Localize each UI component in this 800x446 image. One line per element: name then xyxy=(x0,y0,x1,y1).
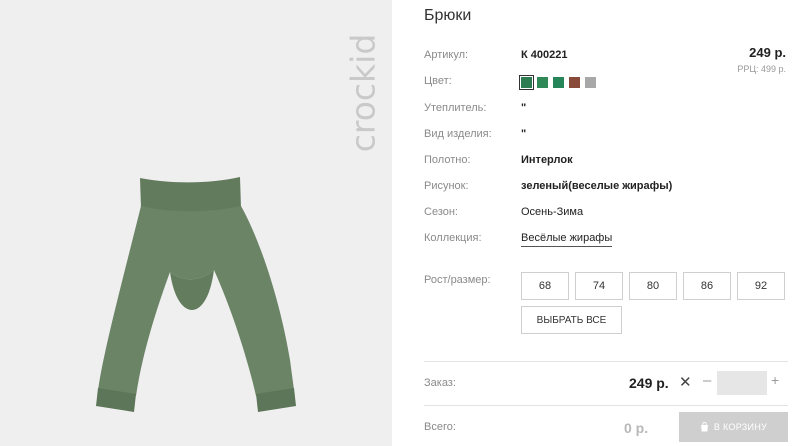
article-value: К 400221 xyxy=(521,49,568,61)
product-price: 249 р. xyxy=(749,45,786,60)
multiply-icon: ✕ xyxy=(679,374,692,391)
season-label: Сезон: xyxy=(424,206,458,218)
total-value: 0 р. xyxy=(624,420,649,436)
collection-link[interactable]: Весёлые жирафы xyxy=(521,232,613,247)
color-row: Цвет: xyxy=(424,75,800,91)
item-type-value: " xyxy=(521,128,527,140)
product-title: Брюки xyxy=(424,7,472,24)
add-to-cart-button[interactable]: В КОРЗИНУ xyxy=(679,412,788,442)
increment-button[interactable]: + xyxy=(771,372,779,388)
order-label: Заказ: xyxy=(424,377,456,389)
pattern-label: Рисунок: xyxy=(424,180,469,192)
insulation-value: " xyxy=(521,102,527,114)
color-swatch[interactable] xyxy=(569,77,580,88)
article-label: Артикул: xyxy=(424,49,469,61)
size-option-80[interactable]: 80 xyxy=(629,272,677,300)
size-option-68[interactable]: 68 xyxy=(521,272,569,300)
fabric-value: Интерлок xyxy=(521,154,573,166)
divider xyxy=(424,405,788,406)
color-swatch[interactable] xyxy=(537,77,548,88)
insulation-row: Утеплитель: " xyxy=(424,102,800,118)
color-label: Цвет: xyxy=(424,75,452,87)
size-option-86[interactable]: 86 xyxy=(683,272,731,300)
collection-row: Коллекция: Весёлые жирафы xyxy=(424,232,800,248)
season-value: Осень-Зима xyxy=(521,206,584,218)
color-swatch[interactable] xyxy=(553,77,564,88)
brand-logo: crockid xyxy=(338,18,388,168)
size-label: Рост/размер: xyxy=(424,274,491,286)
pants-image xyxy=(96,177,296,412)
brand-logo-text: crockid xyxy=(343,33,383,153)
fabric-label: Полотно: xyxy=(424,154,471,166)
pattern-value: зеленый(веселые жирафы) xyxy=(521,180,673,192)
cart-icon xyxy=(700,422,708,432)
pattern-row: Рисунок: зеленый(веселые жирафы) xyxy=(424,180,800,196)
product-photo: crockid xyxy=(0,0,392,446)
item-type-row: Вид изделия: " xyxy=(424,128,800,144)
article-row: Артикул: К 400221 xyxy=(424,49,800,65)
item-type-label: Вид изделия: xyxy=(424,128,492,140)
select-all-button[interactable]: ВЫБРАТЬ ВСЕ xyxy=(521,306,622,334)
size-option-74[interactable]: 74 xyxy=(575,272,623,300)
total-label: Всего: xyxy=(424,421,456,433)
collection-label: Коллекция: xyxy=(424,232,482,244)
insulation-label: Утеплитель: xyxy=(424,102,487,114)
color-swatch[interactable] xyxy=(585,77,596,88)
decrement-button[interactable]: – xyxy=(703,372,711,389)
product-details: Брюки Артикул: К 400221 249 р. РРЦ: 499 … xyxy=(424,0,800,446)
size-option-92[interactable]: 92 xyxy=(737,272,785,300)
color-swatch[interactable] xyxy=(519,75,534,90)
add-to-cart-label: В КОРЗИНУ xyxy=(713,422,768,432)
order-price: 249 р. xyxy=(629,375,669,391)
fabric-row: Полотно: Интерлок xyxy=(424,154,800,170)
divider xyxy=(424,361,788,362)
product-rrp: РРЦ: 499 р. xyxy=(737,64,786,74)
quantity-input[interactable] xyxy=(717,371,767,395)
season-row: Сезон: Осень-Зима xyxy=(424,206,800,222)
